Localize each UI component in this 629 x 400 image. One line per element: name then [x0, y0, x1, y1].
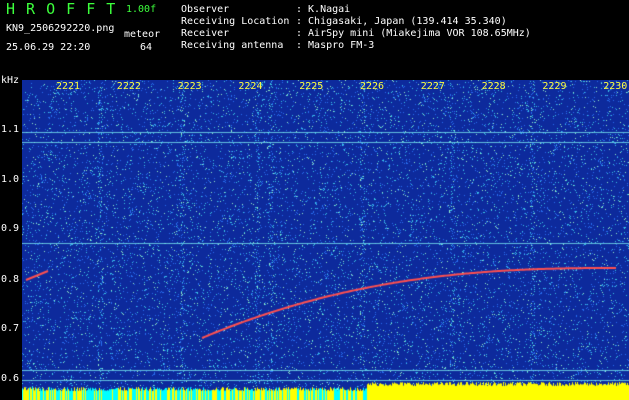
datetime-label: 25.06.29 22:20: [6, 42, 91, 53]
y-tick-label: 0.7: [1, 323, 20, 334]
x-tick-label: 2229: [542, 81, 567, 92]
waterfall-spectrogram: [22, 80, 629, 400]
y-tick-label: 1.1: [1, 124, 20, 135]
x-tick-label: 2226: [360, 81, 385, 92]
meta-label-1: Receiving Location: [181, 16, 290, 27]
y-unit-label: kHz: [1, 75, 20, 86]
x-tick-label: 2221: [56, 81, 81, 92]
hrofft-screen: { "header": { "app_title": "H R O F F T"…: [0, 0, 629, 400]
version-label: 1.00f: [126, 4, 157, 15]
meta-label-0: Observer: [181, 4, 230, 15]
x-tick-label: 2227: [420, 81, 445, 92]
meta-value-3: : Maspro FM-3: [296, 40, 375, 51]
x-tick-label: 2228: [481, 81, 506, 92]
y-tick-label: 0.6: [1, 373, 20, 384]
x-tick-label: 2224: [238, 81, 263, 92]
meta-value-2: : AirSpy mini (Miakejima VOR 108.65MHz): [296, 28, 531, 39]
x-tick-label: 2223: [177, 81, 202, 92]
app-title: H R O F F T: [6, 0, 117, 18]
meta-value-1: : Chigasaki, Japan (139.414 35.340): [296, 16, 507, 27]
mode-label: meteor: [124, 29, 161, 40]
y-tick-label: 0.9: [1, 223, 20, 234]
x-tick-label: 2230: [603, 81, 628, 92]
count-label: 64: [140, 42, 153, 53]
y-tick-label: 0.8: [1, 274, 20, 285]
meta-value-0: : K.Nagai: [296, 4, 351, 15]
x-tick-label: 2225: [299, 81, 324, 92]
meta-label-3: Receiving antenna: [181, 40, 284, 51]
meta-label-2: Receiver: [181, 28, 230, 39]
y-tick-label: 1.0: [1, 174, 20, 185]
x-tick-label: 2222: [116, 81, 141, 92]
filename-label: KN9_2506292220.png: [6, 23, 115, 34]
